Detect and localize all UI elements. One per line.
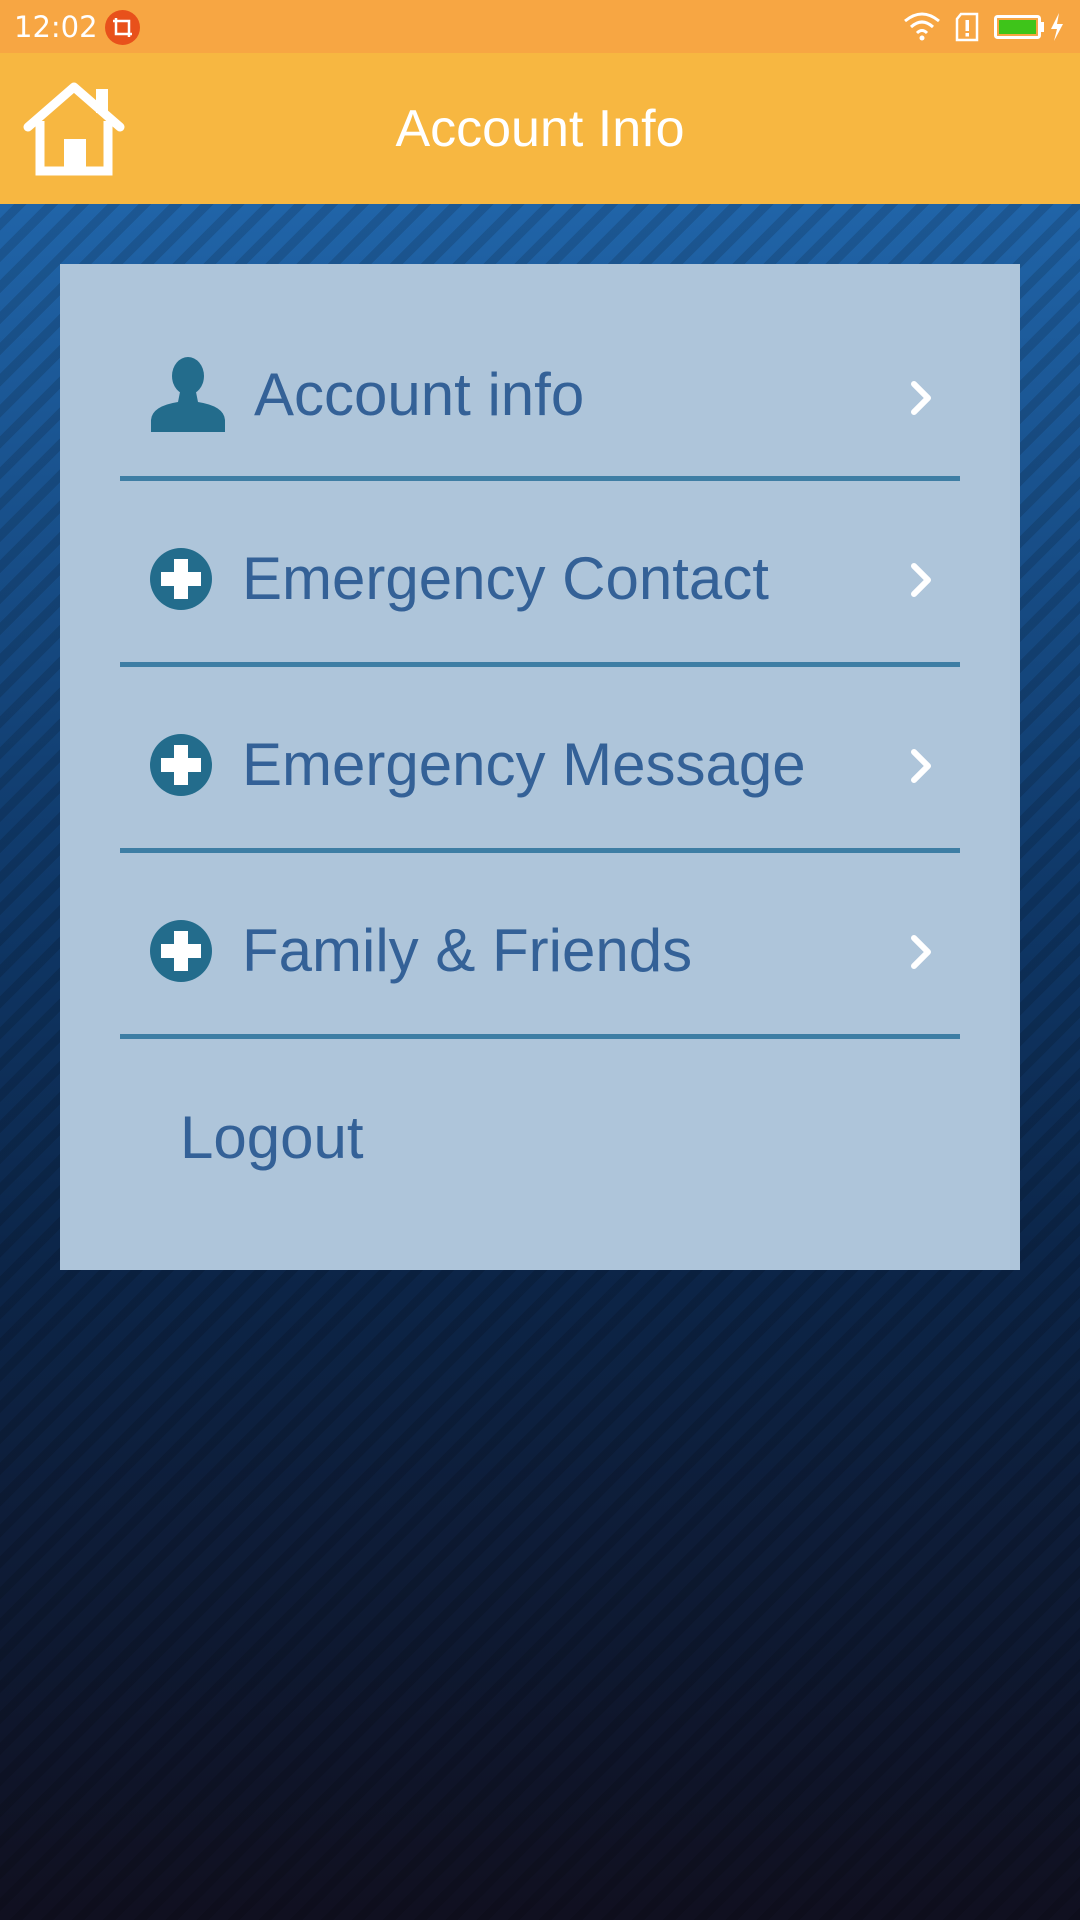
charging-icon xyxy=(1048,12,1066,46)
person-icon xyxy=(150,356,226,436)
screenshot-app-icon xyxy=(105,10,140,45)
page-title: Account Info xyxy=(395,100,685,158)
wifi-icon xyxy=(903,11,941,45)
menu-item-account-info[interactable]: Account info xyxy=(120,264,960,481)
logout-button[interactable]: Logout xyxy=(180,1102,364,1174)
menu-item-label: Emergency Contact xyxy=(242,545,769,612)
menu-item-family-friends[interactable]: Family & Friends xyxy=(120,853,960,1039)
plus-circle-icon xyxy=(150,920,212,986)
status-bar: 12:02 xyxy=(0,0,1080,53)
menu-item-emergency-contact[interactable]: Emergency Contact xyxy=(120,481,960,667)
app-bar: Account Info xyxy=(0,53,1080,204)
plus-circle-icon xyxy=(150,548,212,614)
menu-card: Account info Emergency Contact Emergency… xyxy=(60,264,1020,1270)
chevron-right-icon xyxy=(906,932,936,972)
menu-item-label: Account info xyxy=(254,361,585,428)
chevron-right-icon xyxy=(906,746,936,786)
battery-icon xyxy=(994,15,1046,43)
chevron-right-icon xyxy=(906,560,936,600)
plus-circle-icon xyxy=(150,734,212,800)
menu-item-label: Family & Friends xyxy=(242,917,693,984)
chevron-right-icon xyxy=(906,378,936,418)
sim-alert-icon xyxy=(953,12,981,46)
menu-item-emergency-message[interactable]: Emergency Message xyxy=(120,667,960,853)
status-time: 12:02 xyxy=(14,10,98,44)
menu-item-label: Emergency Message xyxy=(242,731,806,798)
